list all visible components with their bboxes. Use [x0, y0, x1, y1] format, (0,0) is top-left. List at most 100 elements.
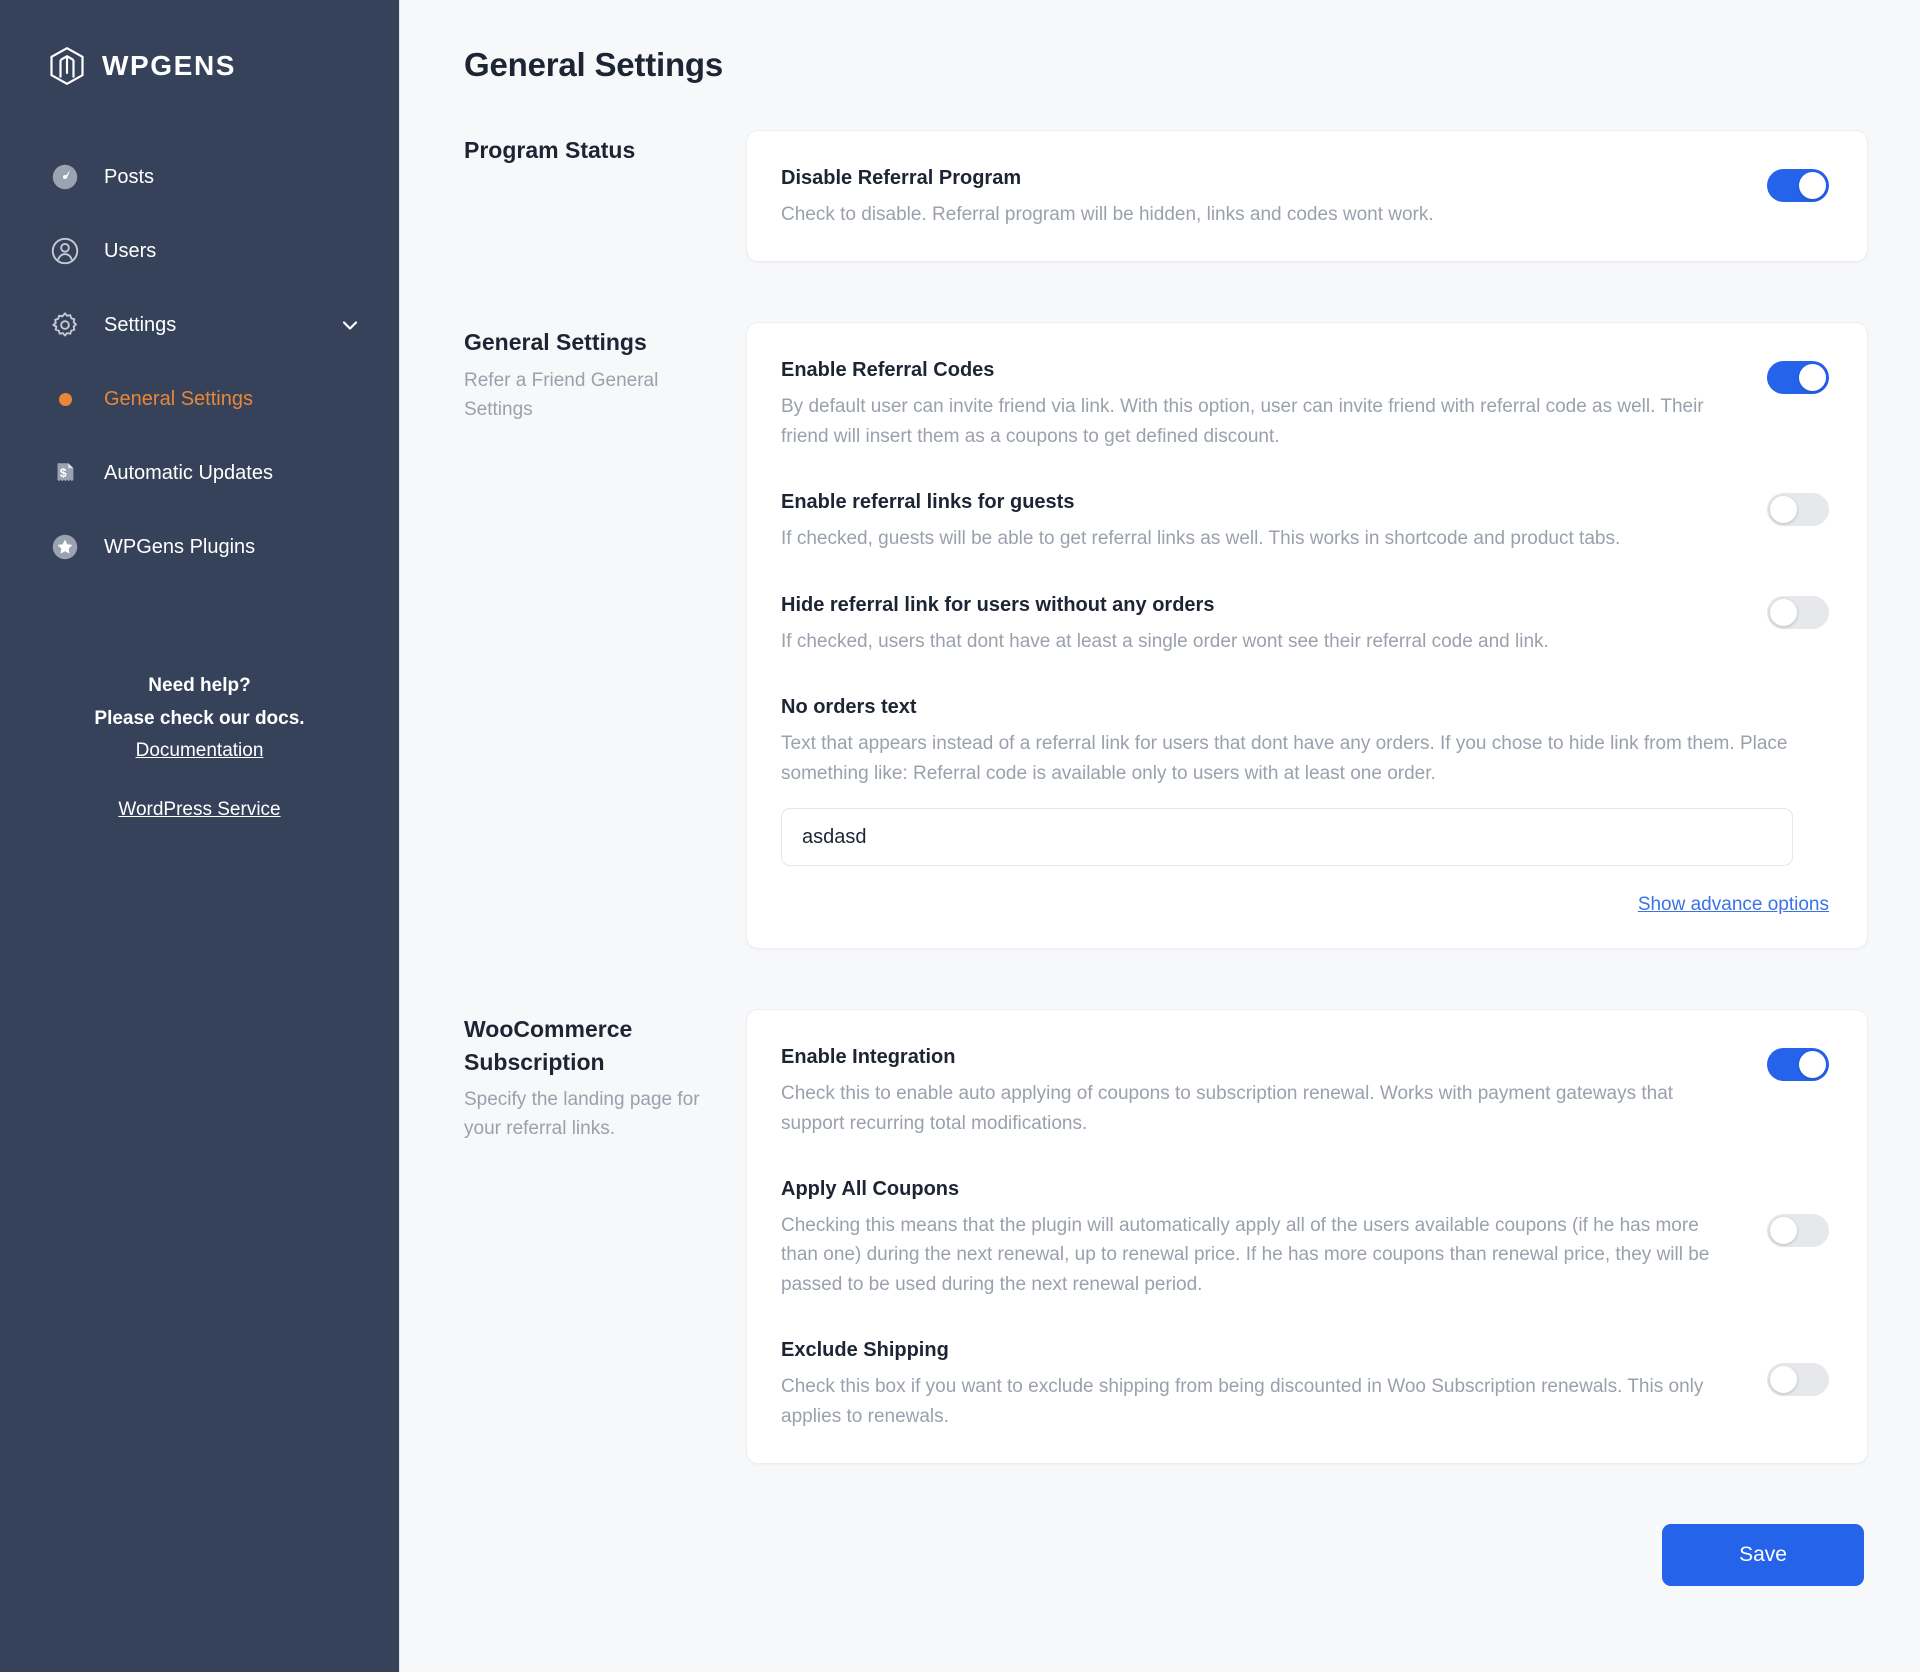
field-label: Enable Referral Codes: [781, 357, 1731, 383]
field-label: Disable Referral Program: [781, 165, 1731, 191]
section-general-settings: General Settings Refer a Friend General …: [464, 322, 1868, 949]
brand: WPGENS: [0, 40, 399, 92]
field-label: Enable Integration: [781, 1044, 1731, 1070]
settings-card: Enable Referral Codes By default user ca…: [746, 322, 1868, 949]
sidebar-item-label: WPGens Plugins: [104, 536, 361, 559]
sidebar: WPGENS Posts: [0, 0, 400, 1672]
svg-text:$: $: [60, 466, 67, 480]
field-disable-referral-program: Disable Referral Program Check to disabl…: [781, 165, 1829, 229]
field-control: [1767, 165, 1829, 202]
main-content: General Settings Program Status Disable …: [400, 0, 1920, 1672]
sidebar-item-label: Posts: [104, 166, 361, 189]
field-body: Hide referral link for users without any…: [781, 592, 1767, 656]
sidebar-item-label: Users: [104, 240, 361, 263]
settings-card: Enable Integration Check this to enable …: [746, 1009, 1868, 1464]
app-root: WPGENS Posts: [0, 0, 1920, 1672]
field-body: Disable Referral Program Check to disabl…: [781, 165, 1767, 229]
field-description: Check to disable. Referral program will …: [781, 200, 1731, 229]
cube-hexagon-logo-icon: [48, 46, 86, 86]
field-label: No orders text: [781, 694, 1793, 720]
field-no-orders-text: No orders text Text that appears instead…: [781, 694, 1829, 866]
no-orders-text-input[interactable]: [781, 808, 1793, 866]
sidebar-item-settings[interactable]: Settings: [0, 288, 399, 362]
toggle-exclude-shipping[interactable]: [1767, 1363, 1829, 1396]
section-heading: WooCommerce Subscription: [464, 1013, 716, 1078]
toggle-knob: [1799, 1051, 1826, 1078]
field-enable-referral-codes: Enable Referral Codes By default user ca…: [781, 357, 1829, 451]
field-description: Check this box if you want to exclude sh…: [781, 1372, 1731, 1431]
dot-icon: [48, 382, 82, 416]
field-description: Text that appears instead of a referral …: [781, 729, 1793, 788]
sidebar-item-label: General Settings: [104, 388, 361, 411]
field-description: Checking this means that the plugin will…: [781, 1211, 1731, 1299]
field-body: Exclude Shipping Check this box if you w…: [781, 1337, 1767, 1431]
field-enable-integration: Enable Integration Check this to enable …: [781, 1044, 1829, 1138]
documentation-link[interactable]: Documentation: [136, 735, 264, 768]
sidebar-item-wpgens-plugins[interactable]: WPGens Plugins: [0, 510, 399, 584]
field-description: By default user can invite friend via li…: [781, 392, 1731, 451]
field-body: Enable referral links for guests If chec…: [781, 489, 1767, 553]
page-title: General Settings: [464, 46, 1868, 84]
toggle-knob: [1770, 1366, 1797, 1393]
toggle-knob: [1799, 172, 1826, 199]
receipt-dollar-icon: $: [48, 456, 82, 490]
field-description: If checked, users that dont have at leas…: [781, 627, 1731, 656]
field-body: No orders text Text that appears instead…: [781, 694, 1829, 866]
field-hide-referral-link-no-orders: Hide referral link for users without any…: [781, 592, 1829, 656]
save-button[interactable]: Save: [1662, 1524, 1864, 1586]
sidebar-help: Need help? Please check our docs. Docume…: [0, 670, 399, 827]
section-program-status: Program Status Disable Referral Program …: [464, 130, 1868, 262]
field-control: [1767, 1337, 1829, 1396]
field-enable-referral-links-guests: Enable referral links for guests If chec…: [781, 489, 1829, 553]
toggle-disable-referral-program[interactable]: [1767, 169, 1829, 202]
toggle-knob: [1770, 496, 1797, 523]
field-control: [1767, 489, 1829, 526]
sidebar-item-general-settings[interactable]: General Settings: [0, 362, 399, 436]
show-advance-options-link[interactable]: Show advance options: [781, 894, 1829, 916]
section-aside: WooCommerce Subscription Specify the lan…: [464, 1009, 746, 1144]
sidebar-item-label: Automatic Updates: [104, 462, 361, 485]
field-label: Apply All Coupons: [781, 1176, 1731, 1202]
section-aside: General Settings Refer a Friend General …: [464, 322, 746, 424]
toggle-apply-all-coupons[interactable]: [1767, 1214, 1829, 1247]
section-heading: General Settings: [464, 326, 716, 359]
field-control: [1767, 1044, 1829, 1081]
field-body: Enable Integration Check this to enable …: [781, 1044, 1767, 1138]
chevron-down-icon[interactable]: [339, 314, 361, 336]
toggle-hide-referral-link-no-orders[interactable]: [1767, 596, 1829, 629]
save-row: Save: [464, 1524, 1868, 1586]
settings-card: Disable Referral Program Check to disabl…: [746, 130, 1868, 262]
section-aside: Program Status: [464, 130, 746, 167]
wordpress-service-link[interactable]: WordPress Service: [118, 794, 280, 827]
toggle-enable-referral-links-guests[interactable]: [1767, 493, 1829, 526]
speedometer-icon: [48, 160, 82, 194]
toggle-enable-referral-codes[interactable]: [1767, 361, 1829, 394]
sidebar-item-label: Settings: [104, 314, 317, 337]
field-control: [1767, 1176, 1829, 1247]
toggle-knob: [1799, 364, 1826, 391]
help-line-2: Please check our docs.: [30, 703, 369, 736]
field-label: Enable referral links for guests: [781, 489, 1731, 515]
gear-icon: [48, 308, 82, 342]
toggle-knob: [1770, 1217, 1797, 1244]
toggle-enable-integration[interactable]: [1767, 1048, 1829, 1081]
section-heading: Program Status: [464, 134, 716, 167]
sidebar-item-automatic-updates[interactable]: $ Automatic Updates: [0, 436, 399, 510]
section-woocommerce-subscription: WooCommerce Subscription Specify the lan…: [464, 1009, 1868, 1464]
field-label: Exclude Shipping: [781, 1337, 1731, 1363]
user-circle-icon: [48, 234, 82, 268]
section-subtitle: Specify the landing page for your referr…: [464, 1086, 716, 1144]
sidebar-item-users[interactable]: Users: [0, 214, 399, 288]
sidebar-item-posts[interactable]: Posts: [0, 140, 399, 214]
field-body: Apply All Coupons Checking this means th…: [781, 1176, 1767, 1299]
toggle-knob: [1770, 599, 1797, 626]
field-control: [1767, 357, 1829, 394]
field-exclude-shipping: Exclude Shipping Check this box if you w…: [781, 1337, 1829, 1431]
field-body: Enable Referral Codes By default user ca…: [781, 357, 1767, 451]
section-subtitle: Refer a Friend General Settings: [464, 367, 716, 425]
star-circle-icon: [48, 530, 82, 564]
sidebar-nav: Posts Users: [0, 140, 399, 584]
help-line-1: Need help?: [30, 670, 369, 703]
field-description: If checked, guests will be able to get r…: [781, 524, 1731, 553]
field-control: [1767, 592, 1829, 629]
